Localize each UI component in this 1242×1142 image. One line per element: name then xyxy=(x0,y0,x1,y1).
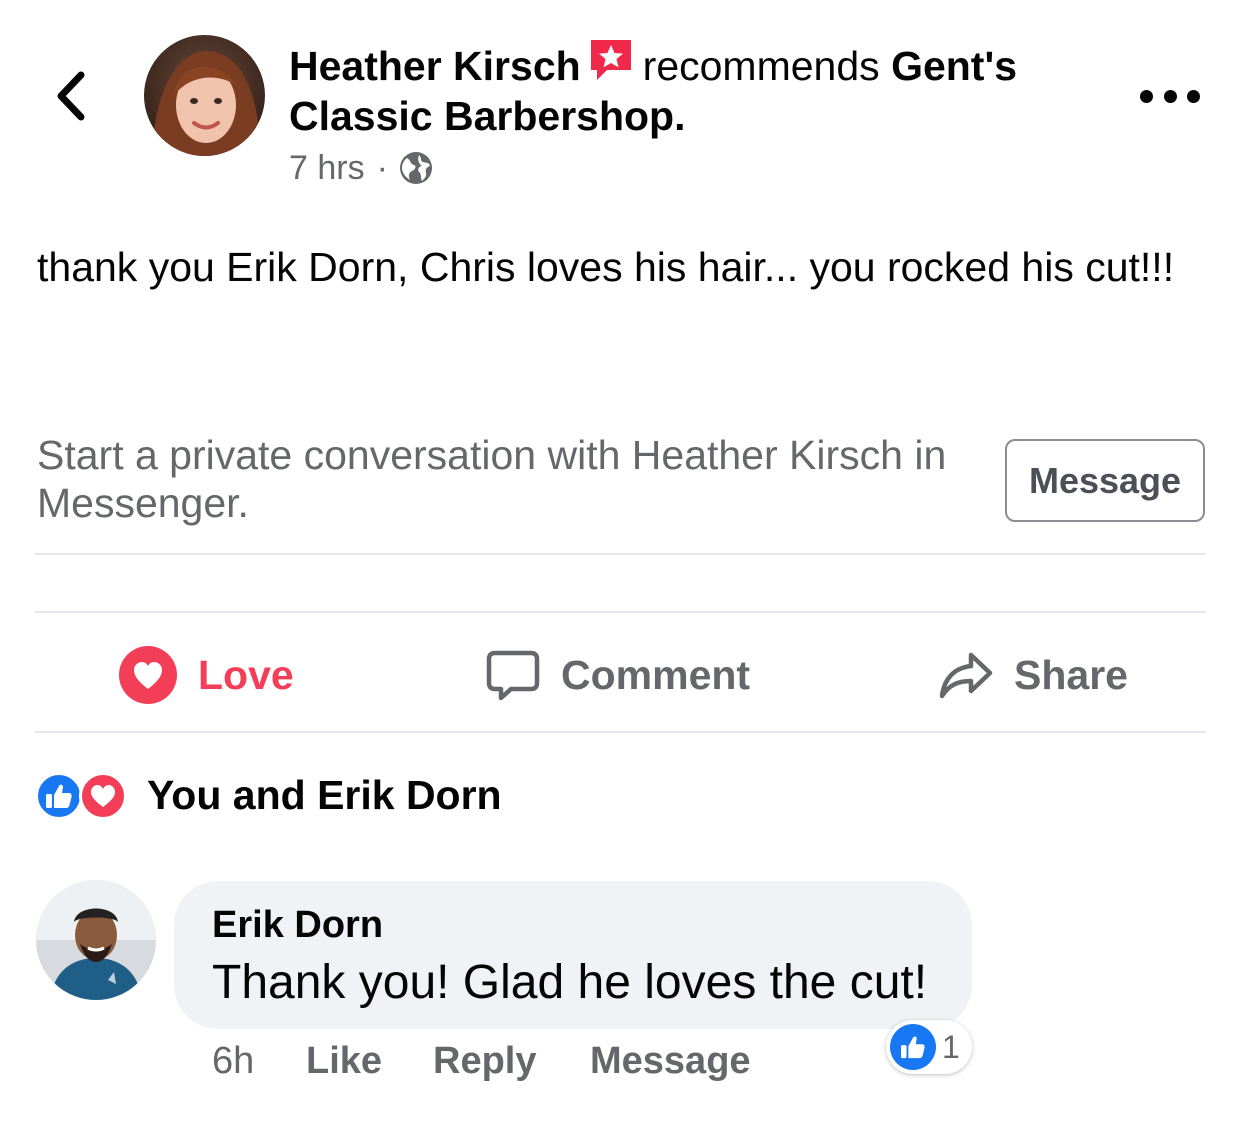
recommend-star-icon xyxy=(587,36,635,84)
comment-message-button[interactable]: Message xyxy=(590,1038,751,1084)
love-action-button[interactable]: Love xyxy=(118,640,294,710)
comment-reaction-badge[interactable]: 1 xyxy=(886,1020,972,1074)
love-label: Love xyxy=(198,651,294,698)
comment-like-button[interactable]: Like xyxy=(306,1038,382,1084)
commenter-avatar[interactable] xyxy=(36,880,156,1000)
comment-reaction-count: 1 xyxy=(942,1028,960,1065)
more-options-button[interactable] xyxy=(1140,82,1200,110)
like-icon xyxy=(890,1024,936,1070)
divider xyxy=(35,611,1206,613)
love-icon xyxy=(118,645,178,705)
comment-action-button[interactable]: Comment xyxy=(485,640,750,710)
meta-separator: · xyxy=(376,148,388,187)
chevron-left-icon xyxy=(57,71,85,121)
reactions-summary[interactable]: You and Erik Dorn xyxy=(35,770,502,820)
comment-author[interactable]: Erik Dorn xyxy=(212,904,383,947)
comment-time: 6h xyxy=(212,1039,255,1082)
comment-label: Comment xyxy=(561,651,751,698)
comment-reply-button[interactable]: Reply xyxy=(433,1038,536,1084)
back-button[interactable] xyxy=(48,68,94,124)
recommends-verb: recommends xyxy=(642,43,880,89)
share-action-button[interactable]: Share xyxy=(938,640,1128,710)
poster-avatar[interactable] xyxy=(144,35,265,156)
globe-icon xyxy=(399,152,432,184)
reactions-summary-text: You and Erik Dorn xyxy=(147,771,502,818)
love-icon xyxy=(79,772,127,820)
divider xyxy=(35,731,1206,733)
author-name-link[interactable]: Heather Kirsch xyxy=(289,43,581,89)
more-horizontal-icon xyxy=(1140,89,1153,103)
post-header-text: Heather Kirsch recommends Gent's Classic … xyxy=(289,36,1089,141)
comment-text: Thank you! Glad he loves the cut! xyxy=(212,956,928,1009)
share-label: Share xyxy=(1014,651,1128,698)
like-icon xyxy=(35,772,83,820)
post-text: thank you Erik Dorn, Chris loves his hai… xyxy=(37,244,1175,290)
comment-bubble-icon xyxy=(485,647,541,703)
message-button[interactable]: Message xyxy=(1005,439,1205,522)
post-meta: 7 hrs · xyxy=(289,148,434,188)
messenger-prompt-text: Start a private conversation with Heathe… xyxy=(37,432,947,526)
post-timestamp[interactable]: 7 hrs xyxy=(289,149,365,188)
divider xyxy=(35,553,1206,555)
share-arrow-icon xyxy=(938,649,994,701)
